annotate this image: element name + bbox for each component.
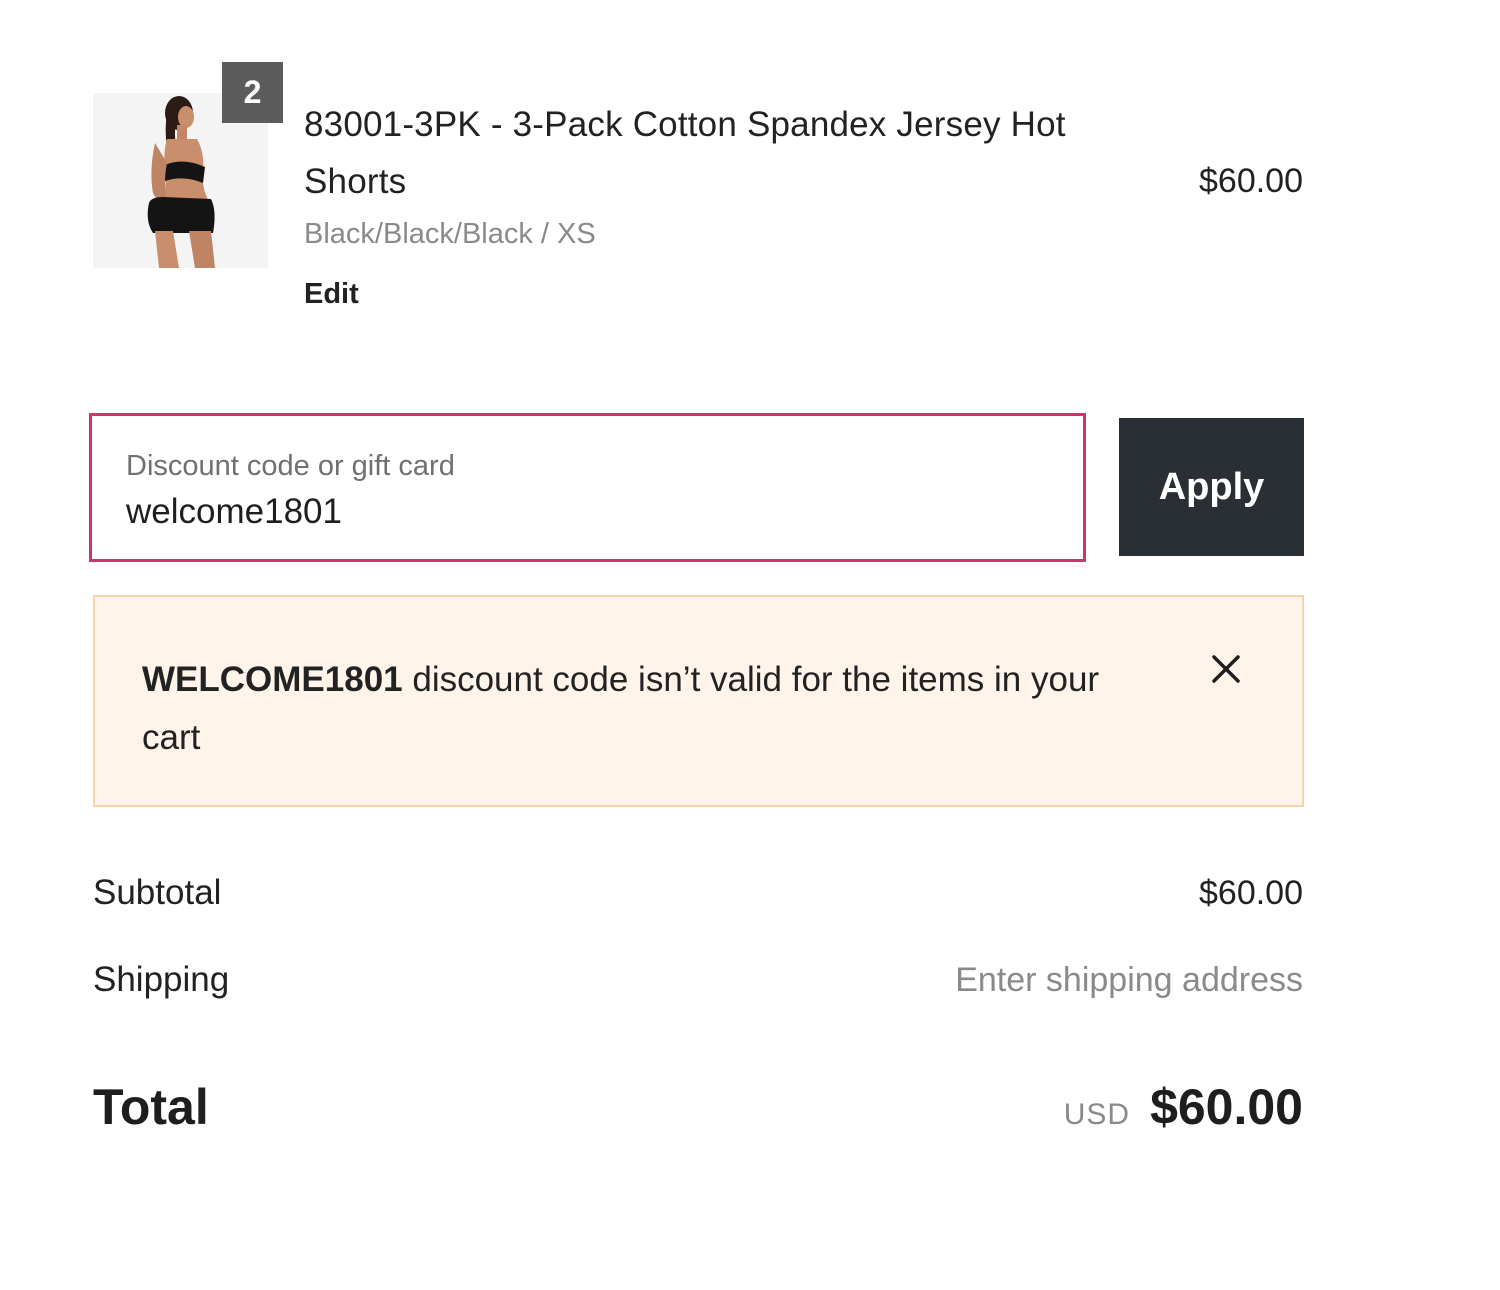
discount-field-label: Discount code or gift card [126,450,455,482]
banner-message: WELCOME1801 discount code isn’t valid fo… [142,651,1102,767]
total-amount: USD $60.00 [1064,1078,1303,1136]
item-variant: Black/Black/Black / XS [304,218,596,250]
subtotal-row: Subtotal $60.00 [93,873,1303,913]
total-row: Total USD $60.00 [93,1078,1303,1136]
edit-link[interactable]: Edit [304,274,359,314]
item-price: $60.00 [1199,162,1303,200]
shipping-label: Shipping [93,960,230,999]
shipping-value: Enter shipping address [955,961,1303,999]
apply-button[interactable]: Apply [1119,418,1304,556]
shipping-row: Shipping Enter shipping address [93,960,1303,1000]
product-thumbnail-wrap: 2 [93,62,283,268]
close-icon[interactable] [1206,649,1246,689]
currency-code: USD [1063,1098,1131,1131]
quantity-badge: 2 [222,62,283,123]
discount-field[interactable]: Discount code or gift card [89,413,1086,562]
banner-code: WELCOME1801 [142,660,403,699]
subtotal-label: Subtotal [93,873,222,912]
total-label: Total [93,1079,209,1135]
discount-code-input[interactable] [126,492,1049,532]
subtotal-value: $60.00 [1199,874,1303,912]
item-title: 83001-3PK - 3-Pack Cotton Spandex Jersey… [304,105,1066,201]
total-value: $60.00 [1150,1079,1303,1135]
item-info: 83001-3PK - 3-Pack Cotton Spandex Jersey… [304,96,1124,314]
line-item: 2 83001-3PK - 3-Pack Cotton Spandex Jers… [93,62,1303,322]
discount-error-banner: WELCOME1801 discount code isn’t valid fo… [93,595,1304,807]
